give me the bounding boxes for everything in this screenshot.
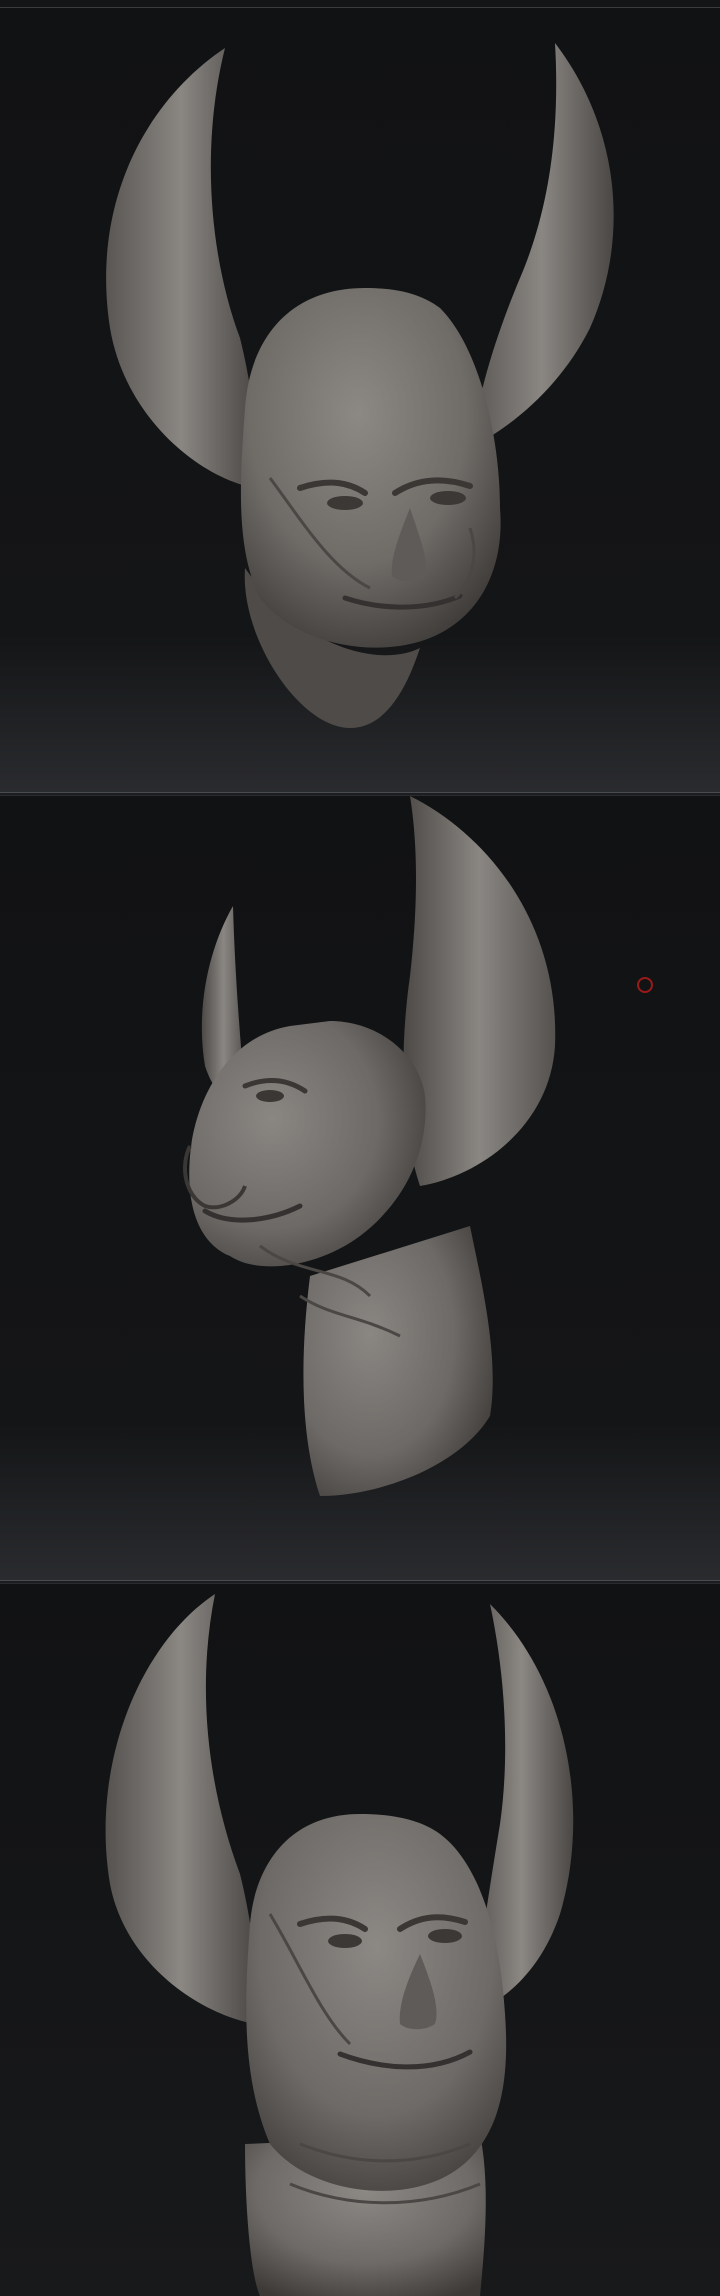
left-eye [327,496,363,510]
head [240,288,501,648]
viewport-three-quarter[interactable] [0,796,720,1580]
screenshot-page [0,0,720,2296]
viewport-three-quarter-canvas[interactable] [0,796,720,1580]
top-toolbar-strip [0,0,720,8]
viewport-front-low-canvas[interactable] [0,1584,720,2296]
right-eye [430,491,466,505]
viewport-front[interactable] [0,8,720,792]
viewport-front-low[interactable] [0,1584,720,2296]
viewport-front-canvas[interactable] [0,8,720,792]
left-eye [328,1934,362,1948]
eye [256,1090,284,1102]
right-eye [428,1929,462,1943]
head [246,1814,507,2191]
